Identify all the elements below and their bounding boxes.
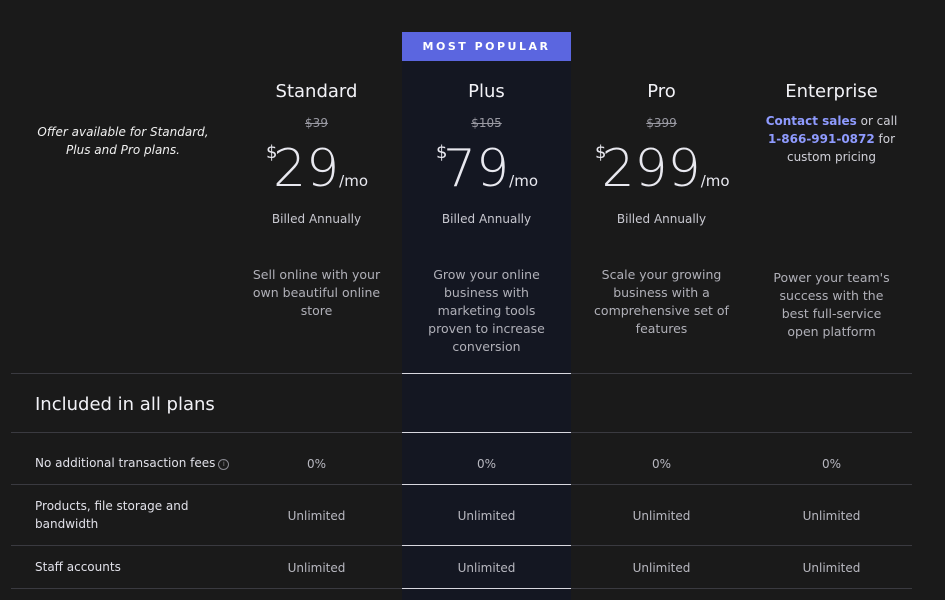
plus-divider [402,373,571,374]
currency-symbol: $ [436,142,448,163]
feature-label: No additional transaction fees i [35,454,230,472]
plan-plus: Plus $105 $ 79/mo Billed Annually Grow y… [402,80,571,356]
old-price: $105 [471,116,502,130]
offer-note: Offer available for Standard, Plus and P… [37,125,209,157]
price-period: /mo [339,172,368,190]
plan-description: Scale your growing business with a compr… [594,267,729,336]
section-title: Included in all plans [35,394,215,415]
plan-name: Standard [275,81,358,102]
plan-name: Plus [468,81,505,102]
feature-value: 0% [821,457,842,471]
plan-description: Power your team's success with the best … [773,270,890,339]
plus-divider [402,484,571,485]
billing-text: Billed Annually [616,212,707,226]
feature-value: Unlimited [457,561,516,575]
plus-divider [402,588,571,589]
feature-value: Unlimited [802,509,861,523]
plus-divider [402,545,571,546]
feature-value: Unlimited [632,561,691,575]
price: $ 79/mo [402,138,571,200]
price-period: /mo [700,172,730,190]
plan-name: Enterprise [785,81,878,102]
feature-value: Unlimited [632,509,691,523]
feature-value: 0% [476,457,497,471]
feature-value: 0% [306,457,327,471]
plan-pro: Pro $399 $ 299/mo Billed Annually Scale … [577,80,746,338]
feature-value: 0% [651,457,672,471]
price: $ 299/mo [577,138,746,200]
contact-sales-link[interactable]: Contact sales [766,114,857,128]
phone-link[interactable]: 1-866-991-0872 [768,132,875,146]
plan-enterprise: Enterprise Contact sales or call 1-866-9… [747,80,916,341]
price-amount: 79 [442,139,510,199]
billing-text: Billed Annually [271,212,362,226]
price: $ 29/mo [232,138,401,200]
feature-value: Unlimited [802,561,861,575]
billing-text: Billed Annually [441,212,532,226]
plus-divider [402,432,571,433]
feature-value: Unlimited [287,509,346,523]
feature-label: Staff accounts [35,560,121,574]
custom-pricing-text: custom pricing [786,150,877,164]
price-amount: 299 [601,139,701,199]
price-period: /mo [509,172,538,190]
feature-value: Unlimited [287,561,346,575]
most-popular-badge: MOST POPULAR [402,32,571,61]
contact-text: or call [856,114,898,128]
plan-description: Sell online with your own beautiful onli… [252,267,381,318]
currency-symbol: $ [595,142,607,163]
feature-label: Products, file storage and bandwidth [35,499,189,531]
currency-symbol: $ [266,142,278,163]
phone-suffix: for [874,132,896,146]
plan-name: Pro [647,81,676,102]
plan-description: Grow your online business with marketing… [428,267,545,354]
old-price: $399 [646,116,677,130]
old-price: $39 [305,116,328,130]
info-circle-icon[interactable]: i [218,459,230,470]
enterprise-contact: Contact sales or call 1-866-991-0872 for… [747,112,916,166]
feature-value: Unlimited [457,509,516,523]
plan-standard: Standard $39 $ 29/mo Billed Annually Sel… [232,80,401,320]
price-amount: 29 [272,139,340,199]
feature-label-text: No additional transaction fees [35,456,216,470]
